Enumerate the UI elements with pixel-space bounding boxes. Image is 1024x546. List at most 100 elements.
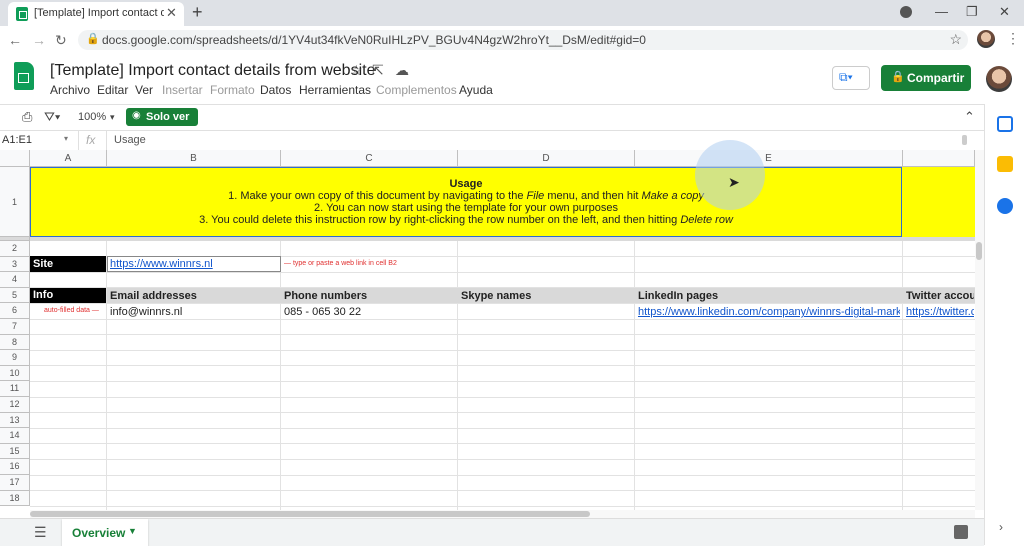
usage-line-3: 3. You could delete this instruction row… (199, 214, 733, 226)
header-linkedin[interactable]: LinkedIn pages (638, 290, 718, 302)
horizontal-scroll-thumb[interactable] (30, 511, 590, 517)
tasks-icon[interactable] (997, 198, 1013, 214)
frozen-row-divider[interactable] (30, 237, 975, 241)
row-header-11[interactable]: 11 (0, 381, 30, 397)
row-header-16[interactable]: 16 (0, 459, 30, 475)
header-skype[interactable]: Skype names (461, 290, 531, 302)
formula-input[interactable]: Usage (114, 134, 146, 146)
expand-panel-chevron-icon[interactable]: › (999, 520, 1003, 534)
row-header-15[interactable]: 15 (0, 443, 30, 460)
row-header-5[interactable]: 5 (0, 287, 30, 304)
phone-cell[interactable]: 085 - 065 30 22 (284, 306, 361, 318)
twitter-link[interactable]: https://twitter.co (906, 306, 974, 318)
back-icon[interactable]: ← (8, 32, 22, 48)
menu-datos[interactable]: Datos (260, 83, 291, 97)
row-header-13[interactable]: 13 (0, 412, 30, 429)
column-header-f[interactable] (903, 150, 975, 167)
zoom-chevron-down-icon[interactable]: ▾ (110, 112, 115, 123)
explore-icon[interactable] (954, 525, 968, 539)
menu-herramientas[interactable]: Herramientas (299, 83, 371, 97)
site-url-link[interactable]: https://www.winnrs.nl (110, 258, 213, 270)
gridline (30, 381, 975, 382)
column-header-e[interactable]: E (635, 150, 903, 167)
collapse-menu-chevron-up-icon[interactable]: ⌃ (964, 109, 975, 125)
horizontal-scrollbar[interactable] (30, 510, 975, 518)
address-bar-row: ← → ↻ 🔒 docs.google.com/spreadsheets/d/1… (0, 26, 1024, 55)
omnibox[interactable]: 🔒 docs.google.com/spreadsheets/d/1YV4ut3… (78, 30, 968, 50)
forward-icon[interactable]: → (32, 32, 46, 48)
move-icon[interactable]: ⇱ (372, 62, 384, 79)
row-header-10[interactable]: 10 (0, 365, 30, 382)
browser-tab[interactable]: [Template] Import contact details from w… (8, 2, 184, 26)
sheet-tab-overview[interactable]: Overview ▼ (62, 519, 148, 546)
site-label-cell[interactable]: Site (30, 256, 106, 272)
menu-archivo[interactable]: Archivo (50, 83, 90, 97)
select-all-corner[interactable] (0, 150, 30, 167)
row-header-1[interactable]: 1 (0, 167, 30, 237)
name-box[interactable]: A1:E1 (2, 134, 32, 146)
browser-profile-avatar[interactable] (977, 30, 995, 48)
menu-complementos[interactable]: Complementos (376, 83, 457, 97)
linkedin-link[interactable]: https://www.linkedin.com/company/winnrs-… (638, 306, 900, 318)
document-title[interactable]: [Template] Import contact details from w… (50, 62, 375, 80)
row-header-4[interactable]: 4 (0, 272, 30, 288)
column-header-d[interactable]: D (458, 150, 635, 167)
keep-icon[interactable] (997, 156, 1013, 172)
vertical-scroll-thumb[interactable] (976, 242, 982, 260)
formula-scroll-handle[interactable] (962, 135, 967, 145)
vertical-scrollbar[interactable] (975, 150, 984, 510)
bookmark-star-icon[interactable]: ☆ (949, 31, 962, 48)
email-cell[interactable]: info@winnrs.nl (110, 306, 182, 318)
tab-close-icon[interactable]: ✕ (166, 5, 177, 21)
header-twitter[interactable]: Twitter accoun (906, 290, 974, 302)
minimize-button[interactable]: — (935, 4, 948, 19)
sheets-logo-icon[interactable] (14, 62, 34, 90)
row-header-3[interactable]: 3 (0, 256, 30, 273)
name-box-chevron-down-icon[interactable]: ▾ (64, 134, 68, 143)
menu-insertar[interactable]: Insertar (162, 83, 203, 97)
sheet-tab-chevron-down-icon[interactable]: ▼ (128, 526, 137, 536)
row-header-9[interactable]: 9 (0, 350, 30, 366)
info-label-cell[interactable]: Info (30, 288, 106, 303)
reload-icon[interactable]: ↻ (55, 32, 67, 49)
row-header-17[interactable]: 17 (0, 475, 30, 491)
calendar-icon[interactable] (997, 116, 1013, 132)
spreadsheet-grid[interactable]: A B C D E 1 2 3 4 5 6 7 8 9 10 11 12 13 … (0, 150, 975, 510)
row-header-7[interactable]: 7 (0, 319, 30, 335)
view-mode-button[interactable]: ◉ Solo ver (126, 108, 198, 126)
usage-line-2: 2. You can now start using the template … (314, 202, 618, 214)
share-button[interactable]: 🔒 Compartir (881, 65, 971, 91)
extension-icon[interactable] (900, 6, 912, 18)
header-phone[interactable]: Phone numbers (284, 290, 367, 302)
print-icon[interactable]: ⎙ (22, 109, 32, 125)
row-header-2[interactable]: 2 (0, 241, 30, 257)
usage-instructions-cell[interactable]: Usage 1. Make your own copy of this docu… (30, 167, 902, 237)
user-avatar[interactable] (986, 66, 1012, 92)
row-header-8[interactable]: 8 (0, 334, 30, 351)
url-text[interactable]: docs.google.com/spreadsheets/d/1YV4ut34f… (102, 33, 646, 47)
zoom-select[interactable]: 100% (78, 111, 106, 123)
row-header-12[interactable]: 12 (0, 397, 30, 413)
header-email[interactable]: Email addresses (110, 290, 197, 302)
gridline (30, 412, 975, 413)
menu-ayuda[interactable]: Ayuda (459, 83, 493, 97)
menu-editar[interactable]: Editar (97, 83, 128, 97)
new-tab-button[interactable]: + (192, 2, 203, 23)
row-header-14[interactable]: 14 (0, 428, 30, 444)
star-icon[interactable]: ☆ (350, 62, 363, 79)
column-header-a[interactable]: A (30, 150, 107, 167)
row-header-18[interactable]: 18 (0, 490, 30, 507)
cloud-status-icon[interactable]: ☁ (395, 62, 409, 79)
restore-button[interactable]: ❐ (966, 4, 978, 20)
browser-menu-icon[interactable]: ⋮ (1006, 30, 1020, 47)
gridline (30, 506, 975, 507)
menu-ver[interactable]: Ver (135, 83, 153, 97)
row-header-6[interactable]: 6 (0, 303, 30, 319)
column-header-c[interactable]: C (281, 150, 458, 167)
close-window-button[interactable]: ✕ (999, 4, 1010, 20)
column-header-b[interactable]: B (107, 150, 281, 167)
menu-formato[interactable]: Formato (210, 83, 255, 97)
all-sheets-menu-icon[interactable]: ☰ (34, 524, 47, 541)
filter-icon[interactable]: ⛛▾ (44, 109, 60, 125)
present-button[interactable]: ⧉▾ (832, 66, 870, 90)
